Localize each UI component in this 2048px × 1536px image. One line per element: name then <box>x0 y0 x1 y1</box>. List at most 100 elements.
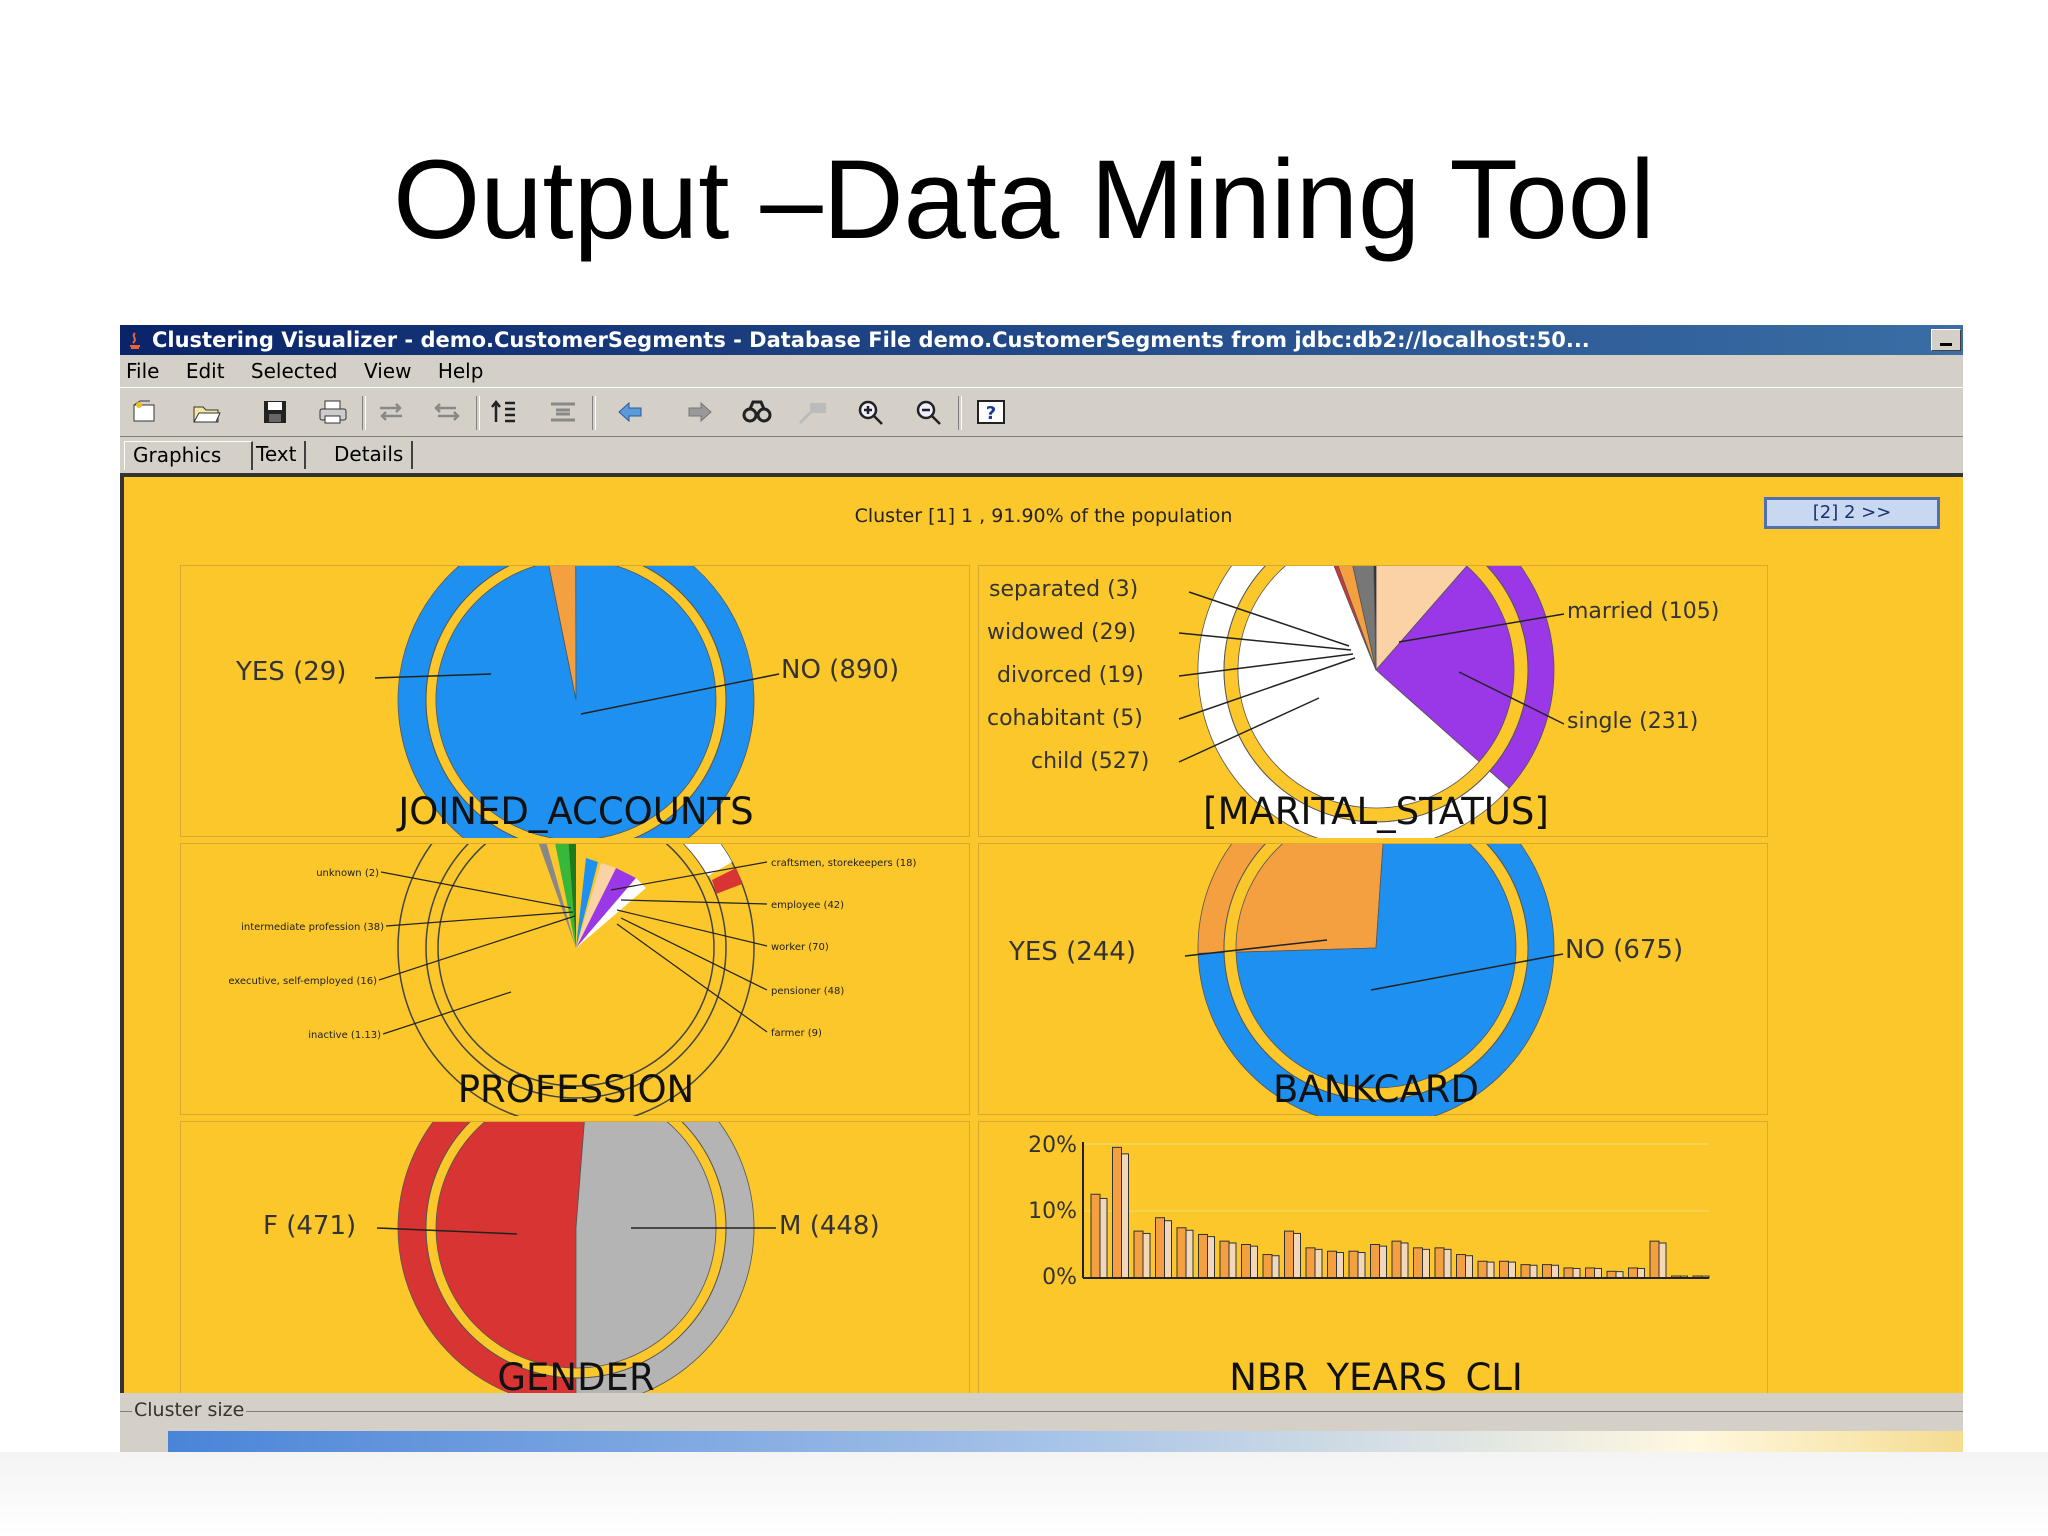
window-titlebar[interactable]: Clustering Visualizer - demo.CustomerSeg… <box>120 325 1963 355</box>
bar-population <box>1293 1232 1301 1279</box>
sort-icon[interactable] <box>488 396 522 428</box>
toolbar: ? <box>120 387 1963 437</box>
svg-text:?: ? <box>986 403 996 424</box>
menu-help[interactable]: Help <box>432 355 498 387</box>
marital-child-label: child (527) <box>1031 749 1149 774</box>
bar-population <box>1314 1248 1323 1279</box>
marital-divorced-label: divorced (19) <box>997 663 1144 688</box>
toolbar-separator <box>958 396 962 430</box>
bar-cluster <box>1520 1264 1531 1279</box>
joined-accounts-title: JOINED_ACCOUNTS <box>396 790 753 833</box>
bar-population <box>1465 1255 1473 1279</box>
bar-population <box>1121 1153 1129 1279</box>
highlight-icon[interactable] <box>796 396 830 428</box>
bar-population <box>1400 1242 1409 1279</box>
menu-selected[interactable]: Selected <box>245 355 352 387</box>
menu-file[interactable]: File <box>120 355 173 387</box>
profession-executive-label: executive, self-employed (16) <box>228 976 377 987</box>
graphics-panel: Cluster [1] 1 , 91.90% of the population… <box>120 473 1963 1407</box>
marital-single-label: single (231) <box>1567 709 1698 734</box>
profession-title: PROFESSION <box>458 1068 695 1111</box>
marital-status-chart: separated (3) widowed (29) divorced (19)… <box>987 491 1719 849</box>
view-tabs: Graphics Text Details <box>120 437 1963 471</box>
bar-cluster <box>1499 1260 1509 1279</box>
bar-cluster <box>1090 1193 1101 1279</box>
nbr-years-cell[interactable]: 20% 10% 0% NBR_YEARS_CLI <box>978 1121 1768 1399</box>
profession-worker-label: worker (70) <box>771 942 829 953</box>
cluster-header: Cluster [1] 1 , 91.90% of the population <box>854 505 1233 527</box>
bar-population <box>1551 1264 1559 1279</box>
find-icon[interactable] <box>740 396 774 428</box>
gender-chart: F (471) M (448) GENDER <box>263 1049 880 1407</box>
gender-f-label: F (471) <box>263 1211 356 1241</box>
bar-cluster <box>1413 1247 1423 1279</box>
joined-yes-label: YES (29) <box>235 657 346 687</box>
gender-cell[interactable]: F (471) M (448) GENDER <box>180 1049 970 1407</box>
minimize-button[interactable] <box>1931 329 1961 351</box>
bankcard-title: BANKCARD <box>1273 1068 1479 1111</box>
bar-cluster <box>1477 1260 1488 1279</box>
bar-population <box>1508 1261 1516 1279</box>
new-icon[interactable] <box>128 396 162 428</box>
zoom-out-icon[interactable] <box>912 396 946 428</box>
gender-title: GENDER <box>497 1356 654 1398</box>
bar-population <box>1164 1220 1172 1279</box>
marital-status-cell[interactable]: separated (3) widowed (29) divorced (19)… <box>978 491 1768 849</box>
tab-details[interactable]: Details <box>326 441 414 469</box>
bankcard-cell[interactable]: YES (244) NO (675) BANKCARD <box>978 769 1768 1127</box>
bar-cluster <box>1585 1267 1595 1279</box>
profession-intermediate-label: intermediate profession (38) <box>241 922 384 933</box>
bar-population <box>1271 1255 1280 1279</box>
redo-icon[interactable] <box>430 396 464 428</box>
status-frame <box>120 1411 1963 1412</box>
bar-cluster <box>1133 1230 1144 1279</box>
profession-unknown-label: unknown (2) <box>316 868 379 879</box>
profession-craftsmen-label: craftsmen, storekeepers (18) <box>771 858 916 869</box>
bar-population <box>1142 1232 1151 1279</box>
bankcard-chart: YES (244) NO (675) BANKCARD <box>1008 769 1683 1127</box>
bar-population <box>1207 1236 1215 1279</box>
tab-text[interactable]: Text <box>248 441 307 469</box>
bar-cluster <box>1606 1270 1617 1279</box>
status-area: Cluster size <box>120 1393 1963 1452</box>
bar-cluster <box>1284 1230 1294 1279</box>
open-icon[interactable] <box>190 396 224 428</box>
y-tick-20: 20% <box>1028 1133 1077 1158</box>
bar-cluster <box>1649 1240 1660 1279</box>
joined-accounts-cell[interactable]: YES (29) NO (890) JOINED_ACCOUNTS <box>180 521 970 879</box>
nbr-years-bars <box>1083 1143 1710 1279</box>
bar-cluster <box>1348 1250 1359 1279</box>
bar-cluster <box>1176 1227 1187 1279</box>
bar-population <box>1658 1242 1667 1279</box>
menu-edit[interactable]: Edit <box>180 355 239 387</box>
bar-population <box>1443 1248 1452 1279</box>
joined-accounts-chart: YES (29) NO (890) JOINED_ACCOUNTS <box>235 521 899 879</box>
zoom-in-icon[interactable] <box>854 396 888 428</box>
profession-cell[interactable]: unknown (2) intermediate profession (38)… <box>180 769 970 1127</box>
bar-population <box>1185 1229 1194 1279</box>
collapse-icon[interactable] <box>546 396 580 428</box>
bar-cluster <box>1305 1247 1316 1279</box>
print-icon[interactable] <box>316 396 350 428</box>
save-icon[interactable] <box>258 396 292 428</box>
bar-cluster <box>1542 1264 1552 1279</box>
help-icon[interactable]: ? <box>974 396 1008 428</box>
back-icon[interactable] <box>614 396 648 428</box>
bar-cluster <box>1563 1267 1574 1279</box>
bar-population <box>1486 1261 1495 1279</box>
bar-population <box>1594 1267 1602 1279</box>
toolbar-separator <box>362 396 366 430</box>
toolbar-separator <box>592 396 596 430</box>
menu-view[interactable]: View <box>358 355 425 387</box>
nbr-years-chart: 20% 10% 0% NBR_YEARS_CLI <box>1028 1133 1710 1399</box>
tab-graphics[interactable]: Graphics <box>124 441 253 470</box>
bar-cluster <box>1155 1217 1165 1279</box>
bar-cluster <box>1262 1254 1273 1279</box>
java-app-icon <box>130 332 140 349</box>
undo-icon[interactable] <box>374 396 408 428</box>
next-cluster-button[interactable]: [2] 2 >> <box>1764 497 1940 529</box>
marital-widowed-label: widowed (29) <box>987 620 1136 645</box>
forward-icon[interactable] <box>682 396 716 428</box>
marital-separated-label: separated (3) <box>989 577 1138 602</box>
y-tick-10: 10% <box>1028 1199 1077 1224</box>
